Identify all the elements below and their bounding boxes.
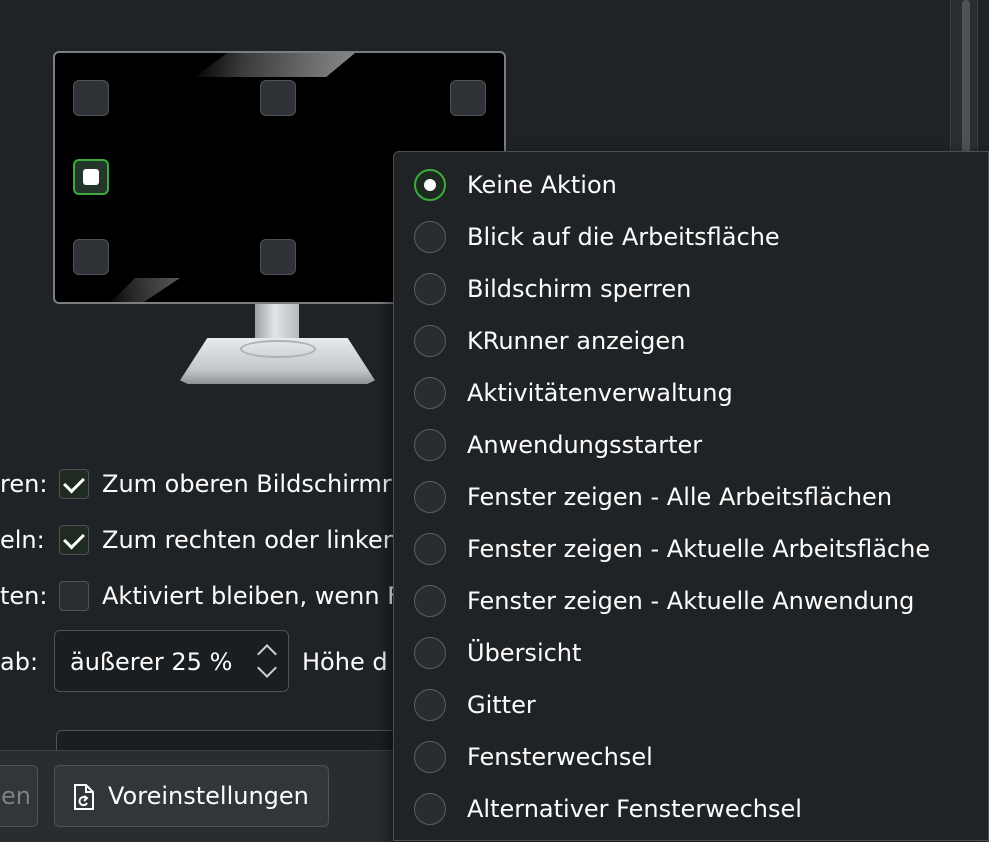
menu-item[interactable]: KRunner anzeigen: [394, 315, 988, 367]
radio-button[interactable]: [414, 689, 446, 721]
menu-item-label: Übersicht: [467, 639, 582, 667]
radio-button[interactable]: [414, 793, 446, 825]
menu-item-label: Keine Aktion: [467, 171, 617, 199]
menu-item-label: Alternativer Fensterwechsel: [467, 795, 802, 823]
radio-button[interactable]: [414, 481, 446, 513]
partially-hidden-button[interactable]: en: [0, 765, 38, 827]
menu-item-label: Fenster zeigen - Aktuelle Anwendung: [467, 587, 915, 615]
checkbox-stay-active-label: Aktiviert bleiben, wenn F: [102, 582, 401, 610]
menu-item[interactable]: Anwendungsstarter: [394, 419, 988, 471]
radio-button[interactable]: [414, 221, 446, 253]
menu-item-label: Fenster zeigen - Alle Arbeitsflächen: [467, 483, 893, 511]
size-spinbox-value: äußerer 25 %: [70, 648, 233, 676]
radio-button[interactable]: [414, 741, 446, 773]
menu-item-label: Anwendungsstarter: [467, 431, 703, 459]
defaults-button-label: Voreinstellungen: [108, 782, 309, 810]
menu-item-label: Gitter: [467, 691, 536, 719]
menu-item[interactable]: Fenster zeigen - Aktuelle Anwendung: [394, 575, 988, 627]
radio-button[interactable]: [414, 377, 446, 409]
menu-item[interactable]: Fenster zeigen - Aktuelle Arbeitsfläche: [394, 523, 988, 575]
radio-button[interactable]: [414, 169, 446, 201]
menu-item[interactable]: Fensterwechsel: [394, 731, 988, 783]
edge-top-right[interactable]: [450, 80, 486, 116]
edge-action-menu: Keine Aktion Blick auf die Arbeitsfläche B…: [393, 151, 989, 841]
screen-glare: [105, 278, 180, 302]
checkbox-top-edge[interactable]: [59, 469, 89, 499]
checkbox-stay-active[interactable]: [59, 581, 89, 611]
menu-item[interactable]: Blick auf die Arbeitsfläche: [394, 211, 988, 263]
chevron-down-icon[interactable]: [257, 658, 277, 678]
document-revert-icon: [74, 784, 94, 810]
checkbox-side-edge[interactable]: [59, 525, 89, 555]
size-suffix-label: Höhe d: [302, 648, 388, 676]
menu-item-label: Fensterwechsel: [467, 743, 653, 771]
menu-item-label: Fenster zeigen - Aktuelle Arbeitsfläche: [467, 535, 931, 563]
monitor-stand-ring: [240, 340, 316, 358]
partially-hidden-button-label: en: [1, 782, 31, 810]
radio-button[interactable]: [414, 273, 446, 305]
menu-item[interactable]: Gitter: [394, 679, 988, 731]
checkbox-side-edge-label: Zum rechten oder linken: [102, 526, 398, 554]
scrollbar-handle[interactable]: [962, 0, 970, 160]
menu-item[interactable]: Keine Aktion: [394, 159, 988, 211]
row-label: eln:: [0, 526, 45, 554]
menu-item[interactable]: Fenster zeigen - Alle Arbeitsflächen: [394, 471, 988, 523]
defaults-button[interactable]: Voreinstellungen: [54, 765, 329, 827]
edge-bottom-left[interactable]: [73, 239, 109, 275]
menu-item[interactable]: Alternativer Fensterwechsel: [394, 783, 988, 835]
row-label: ren:: [0, 470, 48, 498]
row-label: ab:: [0, 648, 39, 676]
row-label: ten:: [0, 582, 48, 610]
edge-top-left[interactable]: [73, 80, 109, 116]
screen-glare: [195, 53, 355, 77]
edge-top[interactable]: [260, 80, 296, 116]
menu-item-label: KRunner anzeigen: [467, 327, 686, 355]
menu-item[interactable]: Bildschirm sperren: [394, 263, 988, 315]
radio-button[interactable]: [414, 533, 446, 565]
menu-item[interactable]: Aktivitätenverwaltung: [394, 367, 988, 419]
edge-left[interactable]: [73, 159, 109, 195]
checkbox-top-edge-label: Zum oberen Bildschirmr: [102, 470, 392, 498]
radio-button[interactable]: [414, 637, 446, 669]
radio-button[interactable]: [414, 429, 446, 461]
menu-item-label: Bildschirm sperren: [467, 275, 692, 303]
radio-button[interactable]: [414, 325, 446, 357]
menu-item[interactable]: Übersicht: [394, 627, 988, 679]
radio-button[interactable]: [414, 585, 446, 617]
edge-bottom[interactable]: [260, 239, 296, 275]
menu-item-label: Aktivitätenverwaltung: [467, 379, 733, 407]
menu-item-label: Blick auf die Arbeitsfläche: [467, 223, 780, 251]
